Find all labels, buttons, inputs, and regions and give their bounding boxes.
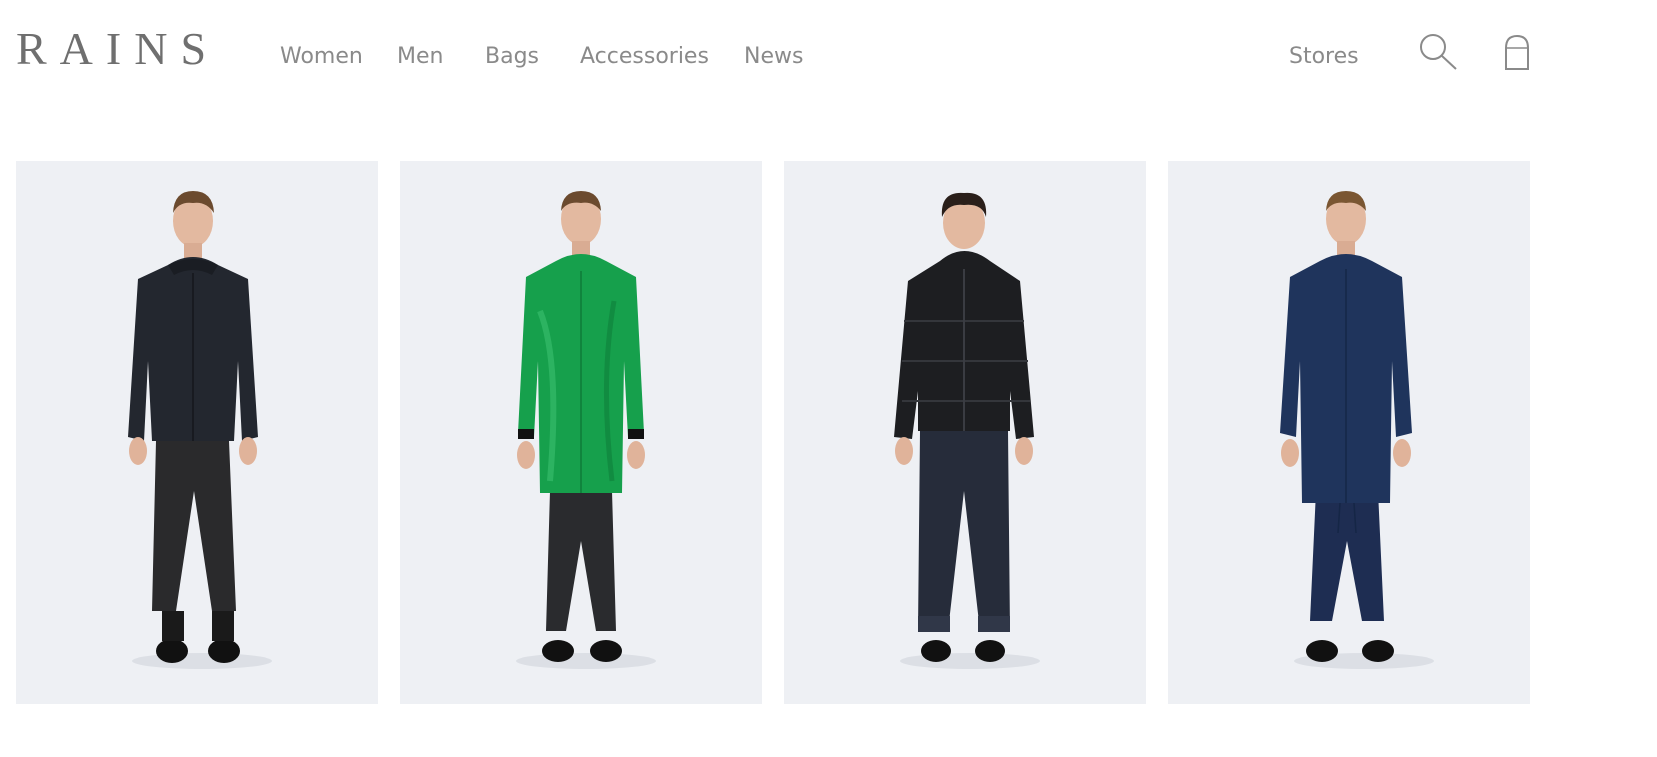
product-card[interactable] [16,161,378,704]
shopping-bag-icon [1505,34,1529,70]
brand-logo[interactable]: RAINS [16,26,219,72]
product-image [516,191,656,669]
product-grid [16,161,1632,704]
product-image [894,192,1040,669]
product-card[interactable] [1168,161,1530,704]
product-image [128,191,272,669]
search-icon [1420,34,1457,70]
nav-item-news[interactable]: News [744,44,803,69]
product-card[interactable] [400,161,762,704]
product-card[interactable] [784,161,1146,704]
nav-item-accessories[interactable]: Accessories [580,44,709,69]
cart-button[interactable] [1502,34,1532,72]
nav-item-women[interactable]: Women [280,44,363,69]
search-button[interactable] [1418,32,1460,72]
nav-item-bags[interactable]: Bags [485,44,539,69]
stores-link[interactable]: Stores [1289,44,1359,69]
site-header: RAINS Women Men Bags Accessories News St… [0,0,1657,120]
nav-item-men[interactable]: Men [397,44,443,69]
product-image [1280,191,1434,669]
